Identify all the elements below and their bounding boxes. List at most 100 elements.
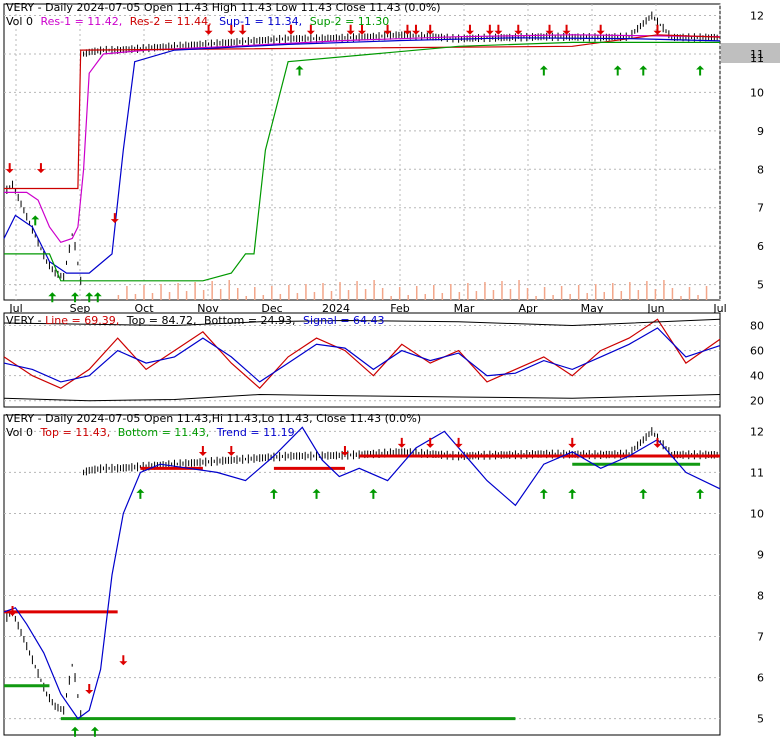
volume-bar bbox=[475, 291, 478, 300]
volume-bar bbox=[381, 288, 384, 300]
panel-2-y-ticks: 80 60 40 20 bbox=[750, 320, 764, 408]
volume-bar bbox=[407, 295, 409, 300]
volume-bar bbox=[535, 296, 537, 300]
volume-bar bbox=[697, 295, 699, 300]
volume-bar bbox=[288, 285, 290, 300]
panel-1-title: VERY - Daily 2024-07-05 Open 11.43 High … bbox=[6, 1, 441, 14]
volume-bar bbox=[543, 287, 546, 300]
y-tick-label: 60 bbox=[750, 345, 764, 358]
volume-bar bbox=[509, 289, 512, 300]
y-tick-label: 12 bbox=[750, 10, 764, 23]
volume-bar bbox=[671, 288, 674, 300]
volume-bar bbox=[202, 290, 205, 300]
volume-bar bbox=[126, 286, 128, 300]
legend-res-1: Res-1 = 11.42, bbox=[40, 15, 122, 28]
legend-bottom-2: Bottom = 11.43, bbox=[118, 426, 210, 439]
y-tick-label: 8 bbox=[757, 590, 764, 603]
volume-bar bbox=[603, 292, 606, 300]
volume-bar bbox=[594, 284, 597, 300]
volume-bar bbox=[219, 289, 222, 300]
volume-bar bbox=[688, 287, 691, 300]
y-tick-label: 10 bbox=[750, 507, 764, 520]
y-tick-label: 20 bbox=[750, 395, 764, 408]
volume-bar bbox=[322, 283, 324, 300]
volume-bar bbox=[620, 291, 623, 300]
price-panel-1: 12111098765 Jul Sep Oct Nov Dec 2024 Feb Mar Apr… bbox=[3, 1, 780, 315]
volume-bar bbox=[305, 284, 307, 300]
y-tick-label: 9 bbox=[757, 125, 764, 138]
volume-bar bbox=[364, 289, 367, 300]
chart-canvas: 12111098765 Jul Sep Oct Nov Dec 2024 Feb Mar Apr… bbox=[3, 1, 780, 737]
panel-2-legend: VERY - Line = 69.39, Top = 84.72, Bottom… bbox=[6, 314, 385, 327]
volume-bar bbox=[680, 296, 682, 300]
volume-bar bbox=[577, 285, 580, 300]
volume-bar bbox=[663, 280, 665, 300]
volume-bar bbox=[458, 292, 461, 300]
panel-1-legend: Vol 0 Res-1 = 11.42, Res-2 = 11.44, Sup-… bbox=[6, 15, 389, 28]
y-tick-label: 6 bbox=[757, 240, 764, 253]
volume-bar bbox=[254, 287, 256, 300]
volume-bar bbox=[177, 283, 179, 300]
legend-trend: Trend = 11.19 bbox=[216, 426, 295, 439]
volume-bar bbox=[279, 294, 282, 300]
volume-bar bbox=[467, 283, 469, 300]
panel-2-frame bbox=[3, 312, 721, 408]
volume-bar bbox=[501, 281, 503, 300]
volume-bar bbox=[356, 281, 358, 300]
volume-bar bbox=[492, 290, 495, 300]
volume-bar bbox=[117, 295, 120, 300]
legend-vol-2: Vol 0 bbox=[6, 426, 33, 439]
volume-bar bbox=[339, 282, 341, 300]
volume-bar bbox=[134, 294, 137, 300]
volume-bar bbox=[637, 290, 640, 300]
volume-bar bbox=[705, 286, 708, 300]
volume-bar bbox=[194, 282, 196, 300]
volume-bar bbox=[398, 287, 401, 300]
volume-bar bbox=[450, 284, 452, 300]
y-tick-label: 8 bbox=[757, 163, 764, 176]
y-tick-label: 10 bbox=[750, 86, 764, 99]
volume-bar bbox=[526, 288, 529, 300]
panel-2-title-prefix: VERY - bbox=[6, 314, 45, 327]
volume-bar bbox=[560, 286, 563, 300]
last-price-label: 11 bbox=[750, 52, 764, 65]
volume-bar bbox=[518, 280, 520, 300]
y-tick-label: 11 bbox=[750, 466, 764, 479]
volume-bar bbox=[211, 281, 213, 300]
volume-bar bbox=[347, 290, 350, 300]
volume-bar bbox=[569, 294, 571, 300]
y-tick-label: 6 bbox=[757, 672, 764, 685]
y-tick-label: 80 bbox=[750, 320, 764, 333]
volume-bar bbox=[433, 285, 435, 300]
volume-bar bbox=[245, 296, 248, 300]
volume-bar bbox=[236, 288, 239, 300]
legend-line: Line = 69.39, bbox=[45, 314, 119, 327]
y-tick-label: 9 bbox=[757, 548, 764, 561]
panel-3-title: VERY - Daily 2024-07-05 Open 11.43,Hi 11… bbox=[6, 412, 421, 425]
volume-bar bbox=[262, 295, 265, 300]
volume-bar bbox=[185, 291, 188, 300]
y-tick-label: 7 bbox=[757, 202, 764, 215]
y-tick-label: 5 bbox=[757, 713, 764, 726]
indicator-panel: 80 60 40 20 VERY - Line = 69.39, Top = 84.7… bbox=[3, 312, 764, 408]
volume-bar bbox=[160, 284, 162, 300]
volume-bar bbox=[629, 282, 631, 300]
volume-bar bbox=[415, 286, 418, 300]
y-tick-label: 7 bbox=[757, 631, 764, 644]
legend-top: Top = 84.72, bbox=[126, 314, 197, 327]
panel-3-legend: Vol 0 Top = 11.43, Bottom = 11.43, Trend… bbox=[6, 426, 295, 439]
legend-sup-2: Sup-2 = 11.30 bbox=[310, 15, 390, 28]
legend-top-2: Top = 11.43, bbox=[39, 426, 110, 439]
volume-bar bbox=[271, 286, 273, 300]
panel-3-y-ticks: 12 11 10 9 8 7 6 5 bbox=[750, 425, 764, 725]
volume-bar bbox=[612, 283, 614, 300]
volume-bar bbox=[654, 289, 657, 300]
volume-bar bbox=[168, 292, 171, 300]
volume-bar bbox=[646, 281, 648, 300]
legend-signal: Signal = 64.43 bbox=[303, 314, 385, 327]
price-panel-2: 12 11 10 9 8 7 6 5 VERY - Daily 2024-07-05 Open… bbox=[3, 412, 764, 737]
y-tick-label: 5 bbox=[757, 279, 764, 292]
volume-bar bbox=[552, 295, 554, 300]
legend-res-2: Res-2 = 11.44, bbox=[130, 15, 212, 28]
volume-bar bbox=[373, 280, 375, 300]
